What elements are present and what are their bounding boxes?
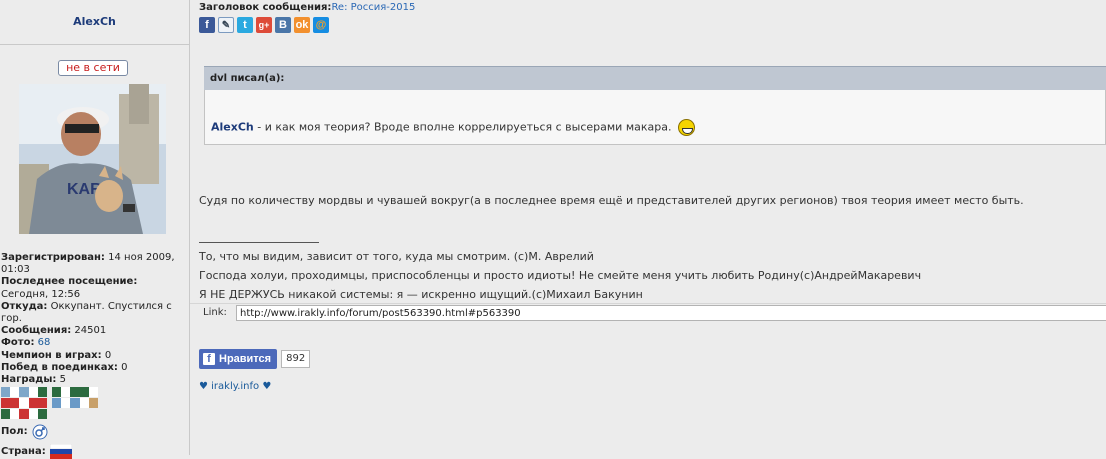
signature-line: Я НЕ ДЕРЖУСЬ никакой системы: я — искрен…: [199, 288, 643, 301]
post-content: Заголовок сообщения:Re: Россия-2015 f ✎ …: [190, 0, 1106, 455]
googleplus-icon[interactable]: g+: [256, 17, 272, 33]
award-ribbons-row-1: [1, 387, 187, 398]
messages-row: Сообщения: 24501: [1, 325, 107, 337]
like-count: 892: [281, 350, 311, 368]
facebook-icon[interactable]: f: [199, 17, 215, 33]
gender-row: Пол:: [1, 424, 187, 440]
permalink-label: Link:: [203, 307, 227, 318]
photo-count-link[interactable]: 68: [38, 337, 51, 348]
russia-flag-icon: [49, 444, 72, 459]
facebook-like-widget: f Нравится 892: [199, 349, 311, 369]
permalink-input[interactable]: [236, 305, 1106, 321]
odnoklassniki-icon[interactable]: ok: [294, 17, 310, 33]
last-visit-row: Последнее посещение: Сегодня, 12:56: [1, 276, 138, 300]
signature-divider: [199, 242, 319, 243]
country-row: Страна:: [1, 444, 187, 459]
post-subject-link[interactable]: Re: Россия-2015: [331, 2, 415, 13]
signature-line: То, что мы видим, зависит от того, куда …: [199, 250, 594, 263]
profile-column: AlexCh не в сети KAR Зарегистрирован: 14…: [0, 0, 190, 459]
champion-row: Чемпион в играх: 0: [1, 349, 112, 361]
duels-row: Побед в поединках: 0: [1, 361, 128, 373]
post-subject: Заголовок сообщения:Re: Россия-2015: [199, 2, 416, 13]
grin-smiley-icon: [677, 119, 695, 136]
facebook-icon: f: [203, 353, 215, 365]
username[interactable]: AlexCh: [0, 0, 189, 45]
post-body: Судя по количеству мордвы и чувашей вокр…: [199, 194, 1024, 207]
award-ribbon-icon[interactable]: [1, 409, 48, 420]
online-status-badge: не в сети: [58, 60, 128, 76]
award-ribbon-icon[interactable]: [1, 398, 48, 409]
permalink-row: Link:: [190, 303, 1106, 322]
from-row: Откуда: Оккупант. Спустился с гор.: [1, 300, 172, 325]
quote-username: AlexCh: [211, 120, 254, 134]
award-ribbon-icon[interactable]: [1, 387, 48, 398]
award-ribbons-row-2: [1, 398, 187, 409]
awards-row: Награды: 5: [1, 374, 66, 386]
male-symbol-icon: [32, 424, 48, 440]
quote-block: AlexCh - и как моя теория? Вроде вполне …: [204, 90, 1106, 145]
mailru-icon[interactable]: @: [313, 17, 329, 33]
twitter-icon[interactable]: t: [237, 17, 253, 33]
profile-info: Зарегистрирован: 14 ноя 2009, 01:03 Посл…: [1, 252, 187, 459]
photo-row: Фото: 68: [1, 337, 51, 349]
avatar: KAR: [19, 84, 166, 234]
award-ribbon-icon[interactable]: [52, 398, 99, 409]
award-ribbons-row-3: [1, 409, 187, 420]
site-link[interactable]: ♥ irakly.info ♥: [199, 381, 271, 392]
livejournal-icon[interactable]: ✎: [218, 17, 234, 33]
quote-header: dvl писал(а):: [204, 66, 1106, 90]
signature: То, что мы видим, зависит от того, куда …: [199, 247, 921, 304]
facebook-like-button[interactable]: f Нравится: [199, 349, 278, 369]
signature-line: Господа холуи, проходимцы, приспособленц…: [199, 269, 922, 282]
award-ribbon-icon[interactable]: [52, 387, 99, 398]
vkontakte-icon[interactable]: B: [275, 17, 291, 33]
registered-row: Зарегистрирован: 14 ноя 2009, 01:03: [1, 252, 175, 276]
share-toolbar: f ✎ t g+ B ok @: [199, 17, 329, 33]
quote-text: AlexCh - и как моя теория? Вроде вполне …: [211, 119, 695, 136]
